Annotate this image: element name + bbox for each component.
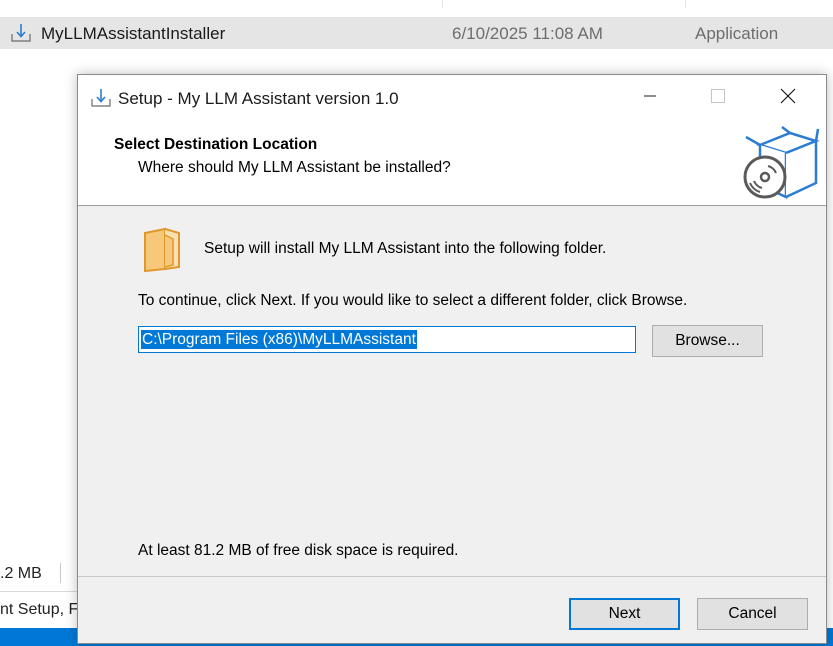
file-size-fragment: .2 MB xyxy=(0,565,42,582)
close-icon xyxy=(780,88,796,109)
destination-path-value: C:\Program Files (x86)\MyLLMAssistant xyxy=(141,330,417,349)
close-button[interactable] xyxy=(756,75,820,121)
cancel-button[interactable]: Cancel xyxy=(697,598,808,630)
folder-icon xyxy=(141,225,183,273)
column-separator xyxy=(685,0,686,8)
disk-space-text: At least 81.2 MB of free disk space is r… xyxy=(138,542,459,559)
title-bar[interactable]: Setup - My LLM Assistant version 1.0 xyxy=(78,75,826,121)
file-list-row[interactable]: MyLLMAssistantInstaller 6/10/2025 11:08 … xyxy=(0,17,833,49)
minimize-button[interactable] xyxy=(618,75,682,121)
next-button[interactable]: Next xyxy=(569,598,680,630)
minimize-icon xyxy=(643,89,657,108)
install-intro-text: Setup will install My LLM Assistant into… xyxy=(204,240,607,257)
installer-icon xyxy=(90,87,112,109)
instruction-text: To continue, click Next. If you would li… xyxy=(138,292,688,309)
footer-divider xyxy=(78,576,826,577)
package-disc-icon xyxy=(740,125,820,201)
wizard-header: Select Destination Location Where should… xyxy=(78,121,826,206)
file-date: 6/10/2025 11:08 AM xyxy=(452,24,603,43)
window-title: Setup - My LLM Assistant version 1.0 xyxy=(118,89,399,108)
file-description-fragment: nt Setup, F xyxy=(0,601,79,618)
page-title: Select Destination Location xyxy=(114,136,318,153)
setup-dialog: Setup - My LLM Assistant version 1.0 Sel… xyxy=(77,74,827,644)
installer-icon xyxy=(10,22,32,44)
file-type: Application xyxy=(695,24,779,43)
file-name: MyLLMAssistantInstaller xyxy=(41,24,226,43)
column-separator xyxy=(442,0,443,8)
status-separator xyxy=(60,563,61,583)
browse-button[interactable]: Browse... xyxy=(652,325,763,357)
page-subtitle: Where should My LLM Assistant be install… xyxy=(138,159,451,176)
details-divider xyxy=(0,591,78,592)
maximize-button[interactable] xyxy=(686,75,750,121)
destination-path-input[interactable]: C:\Program Files (x86)\MyLLMAssistant xyxy=(138,326,636,353)
maximize-icon xyxy=(711,88,725,108)
